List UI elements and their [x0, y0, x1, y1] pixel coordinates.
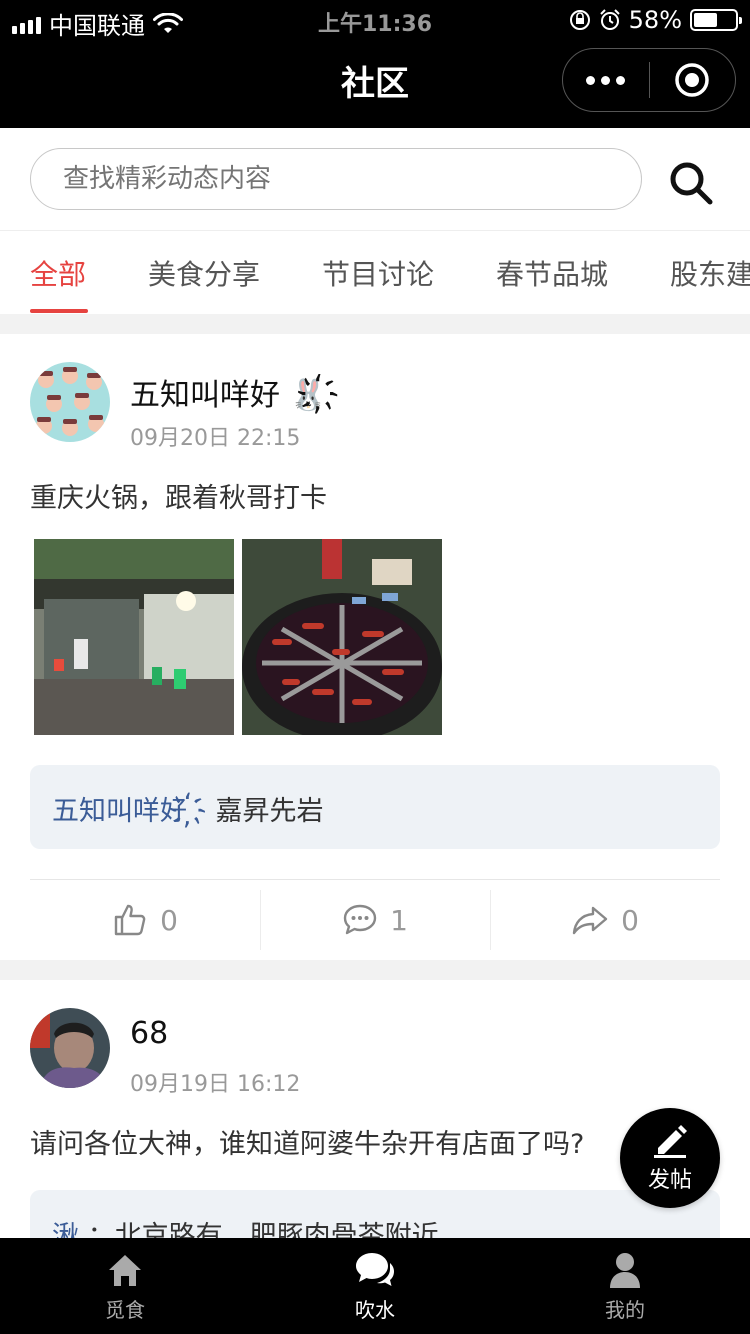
top-bar: 中国联通 上午11:36 58% 社区 [0, 0, 750, 128]
comment-icon [343, 904, 377, 935]
tabbar-label: 我的 [605, 1297, 645, 1322]
more-dots-icon[interactable] [563, 75, 649, 85]
post-username[interactable]: 五知叫咩好 🐰҉ [130, 370, 339, 414]
search-icon[interactable] [668, 160, 714, 206]
post-content[interactable]: 请问各位大神，谁知道阿婆牛杂开有店面了吗? [30, 1122, 584, 1161]
battery-icon [690, 9, 742, 31]
like-button[interactable]: 0 [30, 890, 260, 950]
post-time: 09月20日 22:15 [130, 426, 301, 451]
search-bar [0, 128, 750, 230]
comment-button[interactable]: 1 [260, 890, 490, 950]
post-photo-hotpot[interactable] [242, 539, 442, 735]
post-card[interactable]: 五知叫咩好 🐰҉ 09月20日 22:15 重庆火锅，跟着秋哥打卡 五知叫咩好 … [0, 334, 750, 960]
new-post-label: 发帖 [647, 1168, 692, 1193]
tab-all[interactable]: 全部 [30, 253, 86, 293]
tab-show-discussion[interactable]: 节目讨论 [322, 253, 434, 293]
comment-author[interactable]: 五知叫咩好 ҉ [52, 796, 207, 827]
post-content[interactable]: 重庆火锅，跟着秋哥打卡 [30, 476, 327, 515]
comment-preview[interactable]: 五知叫咩好 ҉ 嘉昇先岩 [30, 765, 720, 849]
chat-bubbles-icon [356, 1252, 394, 1286]
post-actions: 0 1 0 [30, 890, 720, 950]
post-photos [34, 539, 442, 735]
new-post-button[interactable]: 发帖 [620, 1108, 720, 1208]
status-right: 58% [569, 6, 742, 34]
thumbs-up-icon [114, 904, 146, 936]
avatar[interactable] [30, 362, 110, 442]
search-input[interactable] [30, 148, 642, 210]
post-photo-street[interactable] [34, 539, 234, 735]
comment-count: 1 [390, 903, 408, 937]
post-time: 09月19日 16:12 [130, 1072, 301, 1097]
status-bar: 中国联通 上午11:36 58% [0, 0, 750, 40]
alarm-icon [599, 9, 620, 30]
like-count: 0 [160, 903, 178, 937]
share-button[interactable]: 0 [490, 890, 720, 950]
category-tabs: 全部 美食分享 节目讨论 春节品城 股东建 [0, 230, 750, 314]
comment-text: 嘉昇先岩 [215, 796, 324, 827]
orientation-lock-icon [569, 10, 590, 30]
tabbar-item-chat[interactable]: 吹水 [250, 1238, 500, 1334]
avatar[interactable] [30, 1008, 110, 1088]
target-icon[interactable] [650, 62, 736, 98]
tab-shareholder[interactable]: 股东建 [670, 253, 750, 293]
tabbar-item-mine[interactable]: 我的 [500, 1238, 750, 1334]
tab-food-share[interactable]: 美食分享 [148, 253, 260, 293]
bottom-tabbar: 觅食 吹水 我的 [0, 1238, 750, 1334]
battery-percent: 58% [628, 6, 682, 34]
user-icon [610, 1252, 640, 1288]
tabbar-label: 觅食 [105, 1297, 145, 1322]
post-username[interactable]: 68 [130, 1016, 168, 1051]
home-icon [109, 1254, 141, 1286]
edit-pencil-icon [654, 1125, 687, 1158]
post-feed: 五知叫咩好 🐰҉ 09月20日 22:15 重庆火锅，跟着秋哥打卡 五知叫咩好 … [0, 334, 750, 1280]
tabbar-item-food[interactable]: 觅食 [0, 1238, 250, 1334]
tabbar-label: 吹水 [355, 1297, 395, 1322]
tab-active-indicator [30, 309, 88, 313]
share-count: 0 [621, 903, 639, 937]
share-arrow-icon [572, 906, 608, 935]
tab-spring-festival[interactable]: 春节品城 [496, 253, 608, 293]
post-divider [30, 879, 720, 880]
miniprogram-capsule [562, 48, 736, 112]
